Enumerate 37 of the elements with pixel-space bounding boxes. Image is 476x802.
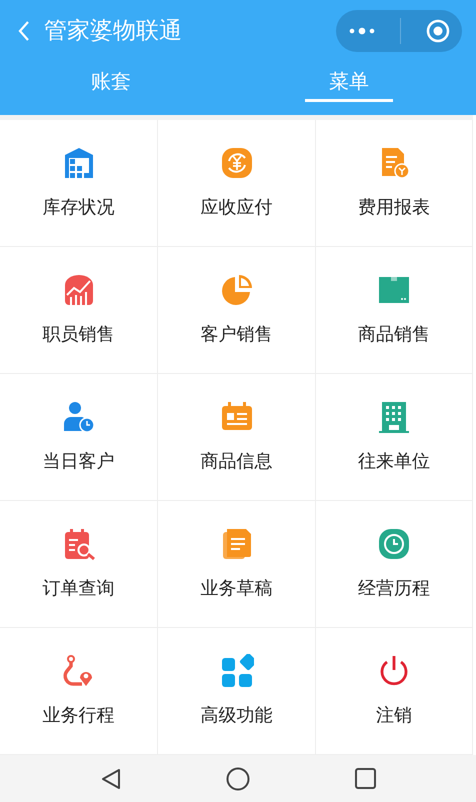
menu-label: 订单查询 [42,576,114,600]
menu-label: 往来单位 [358,450,430,474]
menu-label: 经营历程 [358,576,430,600]
more-icon[interactable] [348,27,374,35]
menu-tile[interactable]: 业务行程 [0,628,158,755]
menu-tile[interactable]: 经营历程 [316,501,473,628]
menu-label: 业务草稿 [200,576,272,600]
menu-label: 库存状况 [42,196,114,220]
menu-tile[interactable]: 注销 [316,628,473,755]
menu-tile[interactable]: 职员销售 [0,247,158,374]
page-title: 管家婆物联通 [44,16,182,46]
menu-label: 高级功能 [200,704,272,728]
menu-tile[interactable]: 往来单位 [316,374,473,501]
menu-tile[interactable]: 订单查询 [0,501,158,628]
menu-tile[interactable]: 高级功能 [158,628,316,755]
menu-label: 商品信息 [200,450,272,474]
recents-icon[interactable] [354,768,376,789]
menu-tile[interactable]: 商品销售 [316,247,473,374]
back-icon[interactable] [100,768,120,790]
menu-label: 注销 [376,704,412,728]
menu-tile[interactable]: 应收应付 [158,120,316,247]
close-icon[interactable] [426,19,450,43]
menu-tile[interactable]: 当日客户 [0,374,158,501]
menu-tile[interactable]: 商品信息 [158,374,316,501]
menu-tile[interactable]: 业务草稿 [158,501,316,628]
home-icon[interactable] [226,766,250,790]
menu-label: 商品销售 [358,322,430,346]
menu-tile[interactable]: 客户销售 [158,247,316,374]
menu-label: 费用报表 [358,196,430,220]
menu-label: 应收应付 [200,196,272,220]
menu-label: 客户销售 [200,322,272,346]
menu-label: 业务行程 [42,704,114,728]
capsule-menu[interactable] [336,10,462,52]
menu-tile[interactable]: 费用报表 [316,120,473,247]
menu-label: 职员销售 [42,322,114,346]
menu-label: 当日客户 [42,450,114,474]
menu-tile[interactable]: 库存状况 [0,120,158,247]
